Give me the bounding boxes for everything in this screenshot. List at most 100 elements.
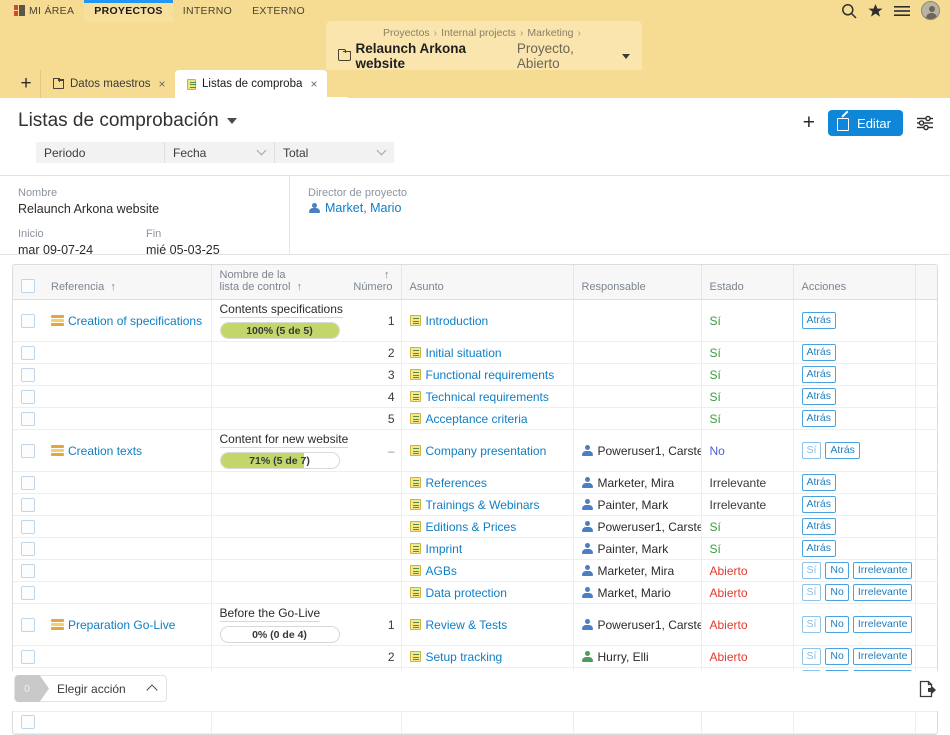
sliders-icon[interactable]: [916, 115, 934, 131]
responsible-person[interactable]: Painter, Mark: [582, 542, 695, 556]
reference-link[interactable]: Creation texts: [68, 444, 142, 458]
table-row[interactable]: 2 Initial situation Sí Atrás: [13, 341, 937, 364]
responsible-person[interactable]: Marketer, Mira: [582, 564, 695, 578]
action-button-irrelevante[interactable]: Irrelevante: [852, 616, 913, 633]
row-checkbox[interactable]: [21, 649, 35, 664]
action-button-no[interactable]: No: [825, 616, 849, 633]
table-row[interactable]: 5 Acceptance criteria Sí Atrás: [13, 407, 937, 430]
responsible-person[interactable]: Market, Mario: [582, 586, 695, 600]
tab-datos-maestros[interactable]: Datos maestros ×: [40, 70, 175, 98]
table-row[interactable]: AGBs Marketer, Mira Abierto Sí No Irrelevante: [13, 559, 937, 582]
subject-link[interactable]: Imprint: [426, 542, 463, 556]
subject-link[interactable]: Initial situation: [426, 346, 502, 360]
tab-listas-de-comprobacion[interactable]: Listas de comprobación ×: [174, 70, 327, 98]
table-row[interactable]: 3 Functional requirements Sí Atrás: [13, 363, 937, 386]
action-button-atrs[interactable]: Atrás: [801, 366, 837, 383]
nav-item-proyectos[interactable]: PROYECTOS: [84, 0, 173, 22]
table-row[interactable]: Data protection Market, Mario Abierto Sí No I…: [13, 581, 937, 604]
reference-link[interactable]: Creation of specifications: [68, 314, 202, 328]
subject-link[interactable]: References: [426, 476, 487, 490]
star-icon[interactable]: [868, 3, 883, 18]
reference-link[interactable]: Preparation Go-Live: [68, 618, 175, 632]
table-row[interactable]: 4 Technical requirements Sí Atrás: [13, 385, 937, 408]
responsible-person[interactable]: Marketer, Mira: [582, 476, 695, 490]
action-button-no[interactable]: No: [825, 648, 849, 665]
choose-action-dropdown[interactable]: 0 Elegir acción: [14, 675, 167, 702]
action-button-s[interactable]: Sí: [801, 616, 822, 633]
responsible-person[interactable]: Painter, Mark: [582, 498, 695, 512]
breadcrumb-current[interactable]: Relaunch Arkona website Proyecto, Abiert…: [337, 41, 630, 71]
close-icon[interactable]: ×: [159, 77, 166, 91]
table-row[interactable]: Creation texts Content for new website 71%…: [13, 429, 937, 472]
subject-link[interactable]: Setup tracking: [426, 650, 503, 664]
close-icon[interactable]: ×: [311, 77, 318, 91]
table-row[interactable]: Imprint Painter, Mark Sí Atrás: [13, 537, 937, 560]
table-row[interactable]: Editions & Prices Poweruser1, Carsten Sí At…: [13, 515, 937, 538]
breadcrumb-item-marketing[interactable]: Marketing: [527, 27, 573, 39]
subject-link[interactable]: Review & Tests: [426, 618, 508, 632]
breadcrumb-item-internal-projects[interactable]: Internal projects: [441, 27, 516, 39]
column-header-checklist-name[interactable]: Nombre de la lista de control ↑: [211, 265, 339, 300]
action-button-atrs[interactable]: Atrás: [801, 312, 837, 329]
subject-link[interactable]: AGBs: [426, 564, 457, 578]
nav-item-mi-area[interactable]: MI ÁREA: [10, 0, 84, 22]
row-checkbox[interactable]: [21, 617, 35, 632]
table-row[interactable]: 2 Setup tracking Hurry, Elli Abierto Sí No Irr…: [13, 645, 937, 668]
subject-link[interactable]: Technical requirements: [426, 390, 549, 404]
row-checkbox[interactable]: [21, 367, 35, 382]
add-tab-button[interactable]: +: [12, 70, 40, 98]
action-button-atrs[interactable]: Atrás: [801, 540, 837, 557]
responsible-person[interactable]: Poweruser1, Carsten: [582, 618, 701, 632]
row-checkbox[interactable]: [21, 411, 35, 426]
action-button-s[interactable]: Sí: [801, 562, 822, 579]
subject-link[interactable]: Trainings & Webinars: [426, 498, 540, 512]
column-header-reference[interactable]: Referencia ↑: [43, 265, 212, 300]
manager-link[interactable]: Market, Mario: [308, 201, 590, 215]
avatar[interactable]: [921, 1, 940, 20]
filter-total-select[interactable]: Total: [274, 142, 394, 163]
action-button-atrs[interactable]: Atrás: [825, 442, 860, 459]
row-checkbox[interactable]: [21, 585, 35, 600]
subject-link[interactable]: Acceptance criteria: [426, 412, 528, 426]
subject-link[interactable]: Introduction: [426, 314, 489, 328]
row-checkbox[interactable]: [21, 313, 35, 328]
breadcrumb-item-proyectos[interactable]: Proyectos: [383, 27, 430, 39]
row-checkbox[interactable]: [21, 563, 35, 578]
action-button-atrs[interactable]: Atrás: [801, 496, 837, 513]
action-button-atrs[interactable]: Atrás: [801, 388, 837, 405]
table-row[interactable]: References Marketer, Mira Irrelevante Atrás: [13, 471, 937, 494]
select-all-checkbox[interactable]: [21, 279, 35, 293]
column-header-subject[interactable]: Asunto: [401, 265, 574, 300]
chevron-down-icon[interactable]: [622, 53, 630, 59]
row-checkbox[interactable]: [21, 541, 35, 556]
action-button-atrs[interactable]: Atrás: [801, 410, 837, 427]
nav-item-externo[interactable]: EXTERNO: [242, 0, 315, 22]
action-button-s[interactable]: Sí: [801, 584, 822, 601]
edit-button[interactable]: Editar: [828, 110, 903, 136]
filter-date-select[interactable]: Fecha: [164, 142, 274, 163]
row-checkbox[interactable]: [21, 475, 35, 490]
nav-item-interno[interactable]: INTERNO: [173, 0, 242, 22]
export-document-icon[interactable]: [919, 680, 936, 698]
responsible-person[interactable]: Poweruser1, Carsten: [582, 444, 701, 458]
column-header-number[interactable]: ↑ Número: [339, 265, 402, 300]
menu-icon[interactable]: [894, 4, 910, 18]
row-checkbox[interactable]: [21, 345, 35, 360]
row-checkbox[interactable]: [21, 443, 35, 458]
action-button-irrelevante[interactable]: Irrelevante: [852, 562, 913, 579]
action-button-no[interactable]: No: [825, 562, 849, 579]
search-icon[interactable]: [841, 3, 857, 19]
row-checkbox[interactable]: [21, 389, 35, 404]
table-row[interactable]: Creation of specifications Contents speci…: [13, 299, 937, 342]
subject-link[interactable]: Data protection: [426, 586, 507, 600]
subject-link[interactable]: Company presentation: [426, 444, 547, 458]
action-button-irrelevante[interactable]: Irrelevante: [852, 584, 913, 601]
action-button-irrelevante[interactable]: Irrelevante: [852, 648, 913, 665]
subject-link[interactable]: Editions & Prices: [426, 520, 517, 534]
row-checkbox[interactable]: [21, 497, 35, 512]
chevron-down-icon[interactable]: [226, 118, 237, 124]
action-button-s[interactable]: Sí: [801, 648, 822, 665]
responsible-person[interactable]: Hurry, Elli: [582, 650, 695, 664]
action-button-atrs[interactable]: Atrás: [801, 518, 837, 535]
row-checkbox[interactable]: [21, 519, 35, 534]
